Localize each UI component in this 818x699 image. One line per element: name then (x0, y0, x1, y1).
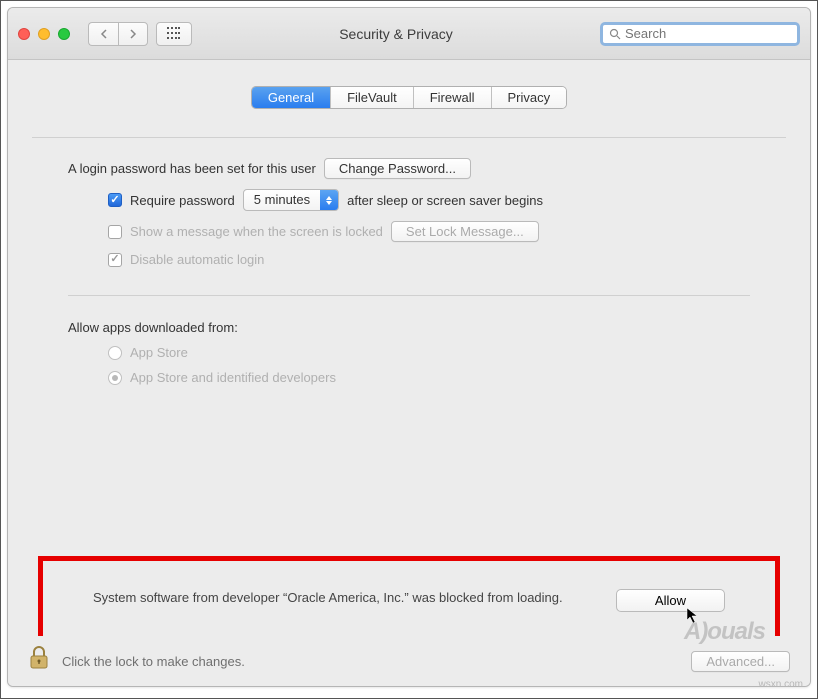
footer: Click the lock to make changes. Advanced… (8, 636, 810, 686)
search-input[interactable] (625, 26, 791, 41)
forward-button[interactable] (118, 22, 148, 46)
change-password-button[interactable]: Change Password... (324, 158, 471, 179)
delay-value: 5 minutes (244, 190, 320, 210)
radio-appstore-label: App Store (130, 345, 188, 360)
search-box[interactable] (600, 22, 800, 46)
tab-bar: General FileVault Firewall Privacy (251, 86, 567, 109)
login-password-label: A login password has been set for this u… (68, 161, 316, 176)
tab-general[interactable]: General (252, 87, 331, 108)
radio-identified[interactable] (108, 371, 122, 385)
set-lock-message-button[interactable]: Set Lock Message... (391, 221, 539, 242)
allow-button[interactable]: Allow (616, 589, 725, 612)
minimize-icon[interactable] (38, 28, 50, 40)
show-message-checkbox[interactable] (108, 225, 122, 239)
lock-text: Click the lock to make changes. (62, 654, 679, 669)
stepper-icon (320, 190, 338, 210)
titlebar: Security & Privacy (8, 8, 810, 60)
radio-appstore[interactable] (108, 346, 122, 360)
require-password-checkbox[interactable] (108, 193, 122, 207)
traffic-lights (18, 28, 70, 40)
require-password-label-after: after sleep or screen saver begins (347, 193, 543, 208)
window: Security & Privacy General FileVault Fir… (7, 7, 811, 687)
disable-auto-login-label: Disable automatic login (130, 252, 264, 267)
tab-filevault[interactable]: FileVault (331, 87, 414, 108)
close-icon[interactable] (18, 28, 30, 40)
disable-auto-login-checkbox[interactable] (108, 253, 122, 267)
tab-firewall[interactable]: Firewall (414, 87, 492, 108)
back-button[interactable] (88, 22, 118, 46)
radio-identified-label: App Store and identified developers (130, 370, 336, 385)
tab-privacy[interactable]: Privacy (492, 87, 567, 108)
maximize-icon[interactable] (58, 28, 70, 40)
show-all-button[interactable] (156, 22, 192, 46)
show-message-label: Show a message when the screen is locked (130, 224, 383, 239)
content: General FileVault Firewall Privacy A log… (8, 86, 810, 662)
advanced-button[interactable]: Advanced... (691, 651, 790, 672)
page-title: Security & Privacy (200, 26, 592, 42)
blocked-software-text: System software from developer “Oracle A… (93, 589, 592, 608)
cursor-icon (686, 607, 700, 630)
allow-apps-heading: Allow apps downloaded from: (68, 320, 238, 335)
divider (68, 295, 750, 296)
search-icon (609, 28, 621, 40)
require-password-label-before: Require password (130, 193, 235, 208)
general-panel: A login password has been set for this u… (32, 137, 786, 385)
tabs: General FileVault Firewall Privacy (8, 86, 810, 109)
chevron-left-icon (100, 29, 108, 39)
chevron-right-icon (129, 29, 137, 39)
grid-icon (167, 27, 181, 41)
lock-icon[interactable] (28, 645, 50, 677)
require-password-delay-select[interactable]: 5 minutes (243, 189, 339, 211)
corner-credit: wsxn.com (759, 679, 803, 690)
nav-buttons (88, 22, 148, 46)
